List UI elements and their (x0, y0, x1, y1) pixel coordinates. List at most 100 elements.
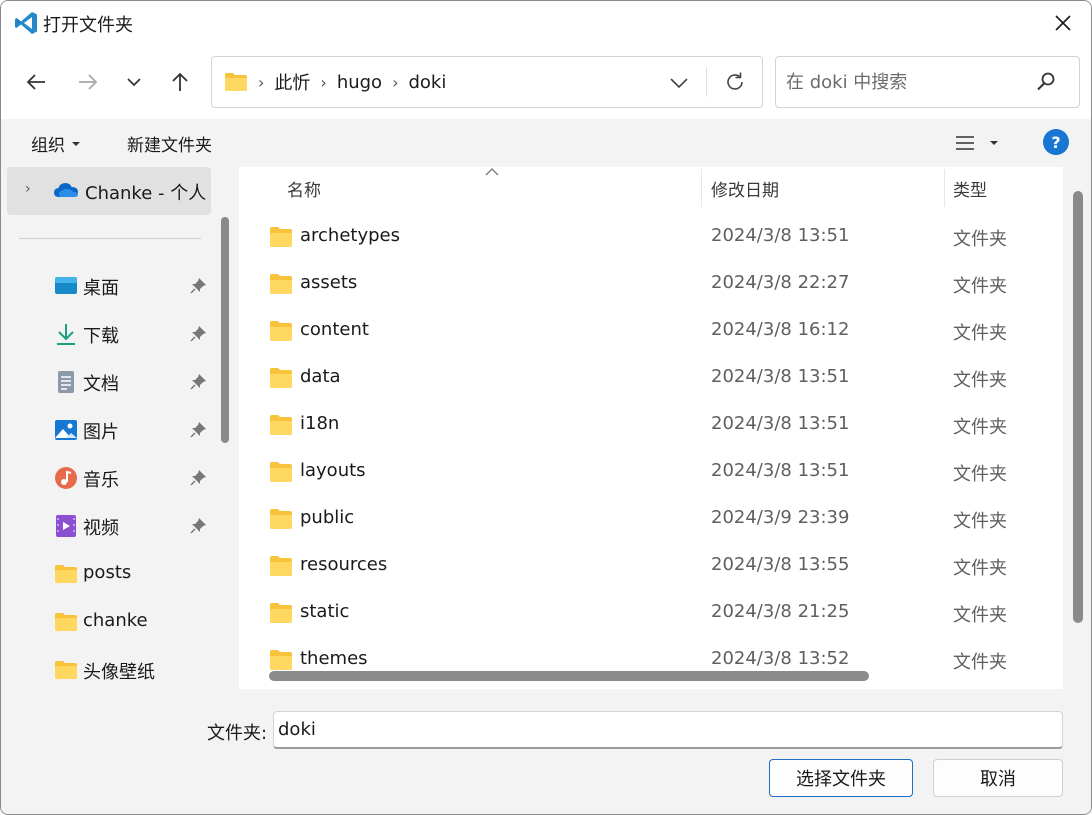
nav-item-label: 音乐 (83, 470, 119, 491)
file-type: 文件夹 (953, 323, 1007, 344)
table-row[interactable]: assets 2024/3/8 22:27 文件夹 (239, 261, 1063, 308)
pictures-icon (55, 420, 77, 440)
breadcrumb-separator: › (392, 72, 399, 92)
window-title: 打开文件夹 (43, 15, 133, 36)
folder-field-label: 文件夹: (207, 723, 268, 744)
folder-icon (270, 274, 292, 294)
file-type: 文件夹 (953, 229, 1007, 250)
folder-icon (270, 227, 292, 247)
caret-down-icon (72, 141, 80, 146)
pin-icon[interactable] (189, 373, 207, 391)
table-row[interactable]: archetypes 2024/3/8 13:51 文件夹 (239, 214, 1063, 261)
music-icon (55, 467, 77, 489)
folder-icon (270, 509, 292, 529)
file-name: layouts (300, 460, 366, 481)
breadcrumb-separator: › (320, 72, 327, 92)
file-type: 文件夹 (953, 511, 1007, 532)
folder-icon (55, 661, 77, 679)
pin-icon[interactable] (189, 325, 207, 343)
breadcrumb-item[interactable]: 此忻 (274, 69, 310, 95)
address-bar[interactable]: › 此忻 › hugo › doki (211, 56, 763, 108)
file-name: public (300, 507, 355, 528)
divider (706, 67, 707, 97)
up-button[interactable] (163, 65, 197, 99)
file-date: 2024/3/8 21:25 (711, 601, 850, 622)
organize-menu[interactable]: 组织 (31, 131, 81, 156)
arrow-left-icon (26, 74, 45, 90)
chevron-down-icon (127, 78, 141, 87)
column-header-name[interactable]: 名称 (287, 167, 701, 209)
column-separator[interactable] (701, 169, 702, 207)
pin-icon[interactable] (189, 469, 207, 487)
search-input[interactable] (786, 69, 1036, 95)
nav-item-videos[interactable]: 视频 (5, 505, 215, 549)
expand-chevron-icon[interactable]: › (25, 181, 31, 197)
organize-label: 组织 (31, 136, 65, 156)
folder-icon (270, 462, 292, 482)
new-folder-button[interactable]: 新建文件夹 (127, 131, 212, 156)
breadcrumb-item[interactable]: hugo (337, 72, 382, 93)
table-row[interactable]: i18n 2024/3/8 13:51 文件夹 (239, 402, 1063, 449)
file-name: archetypes (300, 225, 401, 246)
nav-item-label: Chanke - 个人 (85, 183, 207, 204)
breadcrumb-item[interactable]: doki (408, 72, 446, 93)
nav-item-desktop[interactable]: 桌面 (5, 265, 215, 309)
close-icon (1055, 15, 1071, 31)
new-folder-label: 新建文件夹 (127, 136, 212, 156)
file-list: 名称 修改日期 类型 archetypes 2024/3/8 13:51 文件夹… (239, 167, 1063, 689)
nav-item-onedrive[interactable]: › Chanke - 个人 (7, 167, 211, 215)
address-row: › 此忻 › hugo › doki (1, 45, 1091, 119)
nav-item-label: 视频 (83, 518, 119, 539)
nav-scrollbar-thumb[interactable] (221, 217, 229, 443)
nav-item-pictures[interactable]: 图片 (5, 409, 215, 453)
nav-item-documents[interactable]: 文档 (5, 361, 215, 405)
folder-name-input[interactable] (273, 711, 1063, 749)
table-row[interactable]: data 2024/3/8 13:51 文件夹 (239, 355, 1063, 402)
recent-locations-button[interactable] (117, 65, 151, 99)
table-row[interactable]: content 2024/3/8 16:12 文件夹 (239, 308, 1063, 355)
folder-icon (270, 368, 292, 388)
table-row[interactable]: layouts 2024/3/8 13:51 文件夹 (239, 449, 1063, 496)
nav-item-label: chanke (83, 610, 148, 631)
view-options-button[interactable] (955, 129, 1007, 157)
pin-icon[interactable] (189, 517, 207, 535)
pin-icon[interactable] (189, 421, 207, 439)
column-header-type[interactable]: 类型 (953, 167, 1053, 209)
vertical-scrollbar-thumb[interactable] (1073, 191, 1083, 623)
nav-divider (19, 238, 201, 239)
table-row[interactable]: static 2024/3/8 21:25 文件夹 (239, 590, 1063, 637)
nav-item-chanke[interactable]: chanke (5, 601, 215, 645)
back-button[interactable] (19, 65, 53, 99)
close-button[interactable] (1035, 1, 1091, 45)
file-type: 文件夹 (953, 558, 1007, 579)
refresh-button[interactable] (718, 67, 752, 97)
nav-item-wallpapers[interactable]: 头像壁纸 (5, 649, 215, 689)
address-history-button[interactable] (664, 69, 694, 97)
search-box[interactable] (775, 56, 1080, 108)
arrow-up-icon (172, 72, 188, 91)
nav-item-posts[interactable]: posts (5, 553, 215, 597)
select-folder-button[interactable]: 选择文件夹 (769, 759, 913, 797)
nav-item-downloads[interactable]: 下载 (5, 313, 215, 357)
navigation-pane: › Chanke - 个人 桌面 下载 文档 图片 音乐 视频 posts ch… (5, 167, 235, 689)
open-folder-dialog: 打开文件夹 › 此忻 › hugo › doki 在 doki 中搜索 组织 新… (0, 0, 1092, 815)
nav-item-label: 下载 (83, 326, 119, 347)
caret-down-icon (990, 141, 998, 145)
table-row[interactable]: resources 2024/3/8 13:55 文件夹 (239, 543, 1063, 590)
download-icon (57, 324, 75, 345)
column-header-date[interactable]: 修改日期 (711, 167, 943, 209)
pin-icon[interactable] (189, 277, 207, 295)
horizontal-scrollbar-thumb[interactable] (269, 671, 869, 681)
help-button[interactable]: ? (1043, 129, 1069, 155)
nav-item-label: 桌面 (83, 278, 119, 299)
video-icon (56, 515, 76, 537)
folder-icon (270, 650, 292, 670)
column-separator[interactable] (944, 169, 945, 207)
nav-item-label: 头像壁纸 (83, 662, 155, 683)
search-icon (1037, 72, 1055, 91)
cancel-button[interactable]: 取消 (933, 759, 1063, 797)
nav-item-music[interactable]: 音乐 (5, 457, 215, 501)
forward-button[interactable] (71, 65, 105, 99)
table-row[interactable]: public 2024/3/9 23:39 文件夹 (239, 496, 1063, 543)
chevron-down-icon (670, 78, 688, 89)
